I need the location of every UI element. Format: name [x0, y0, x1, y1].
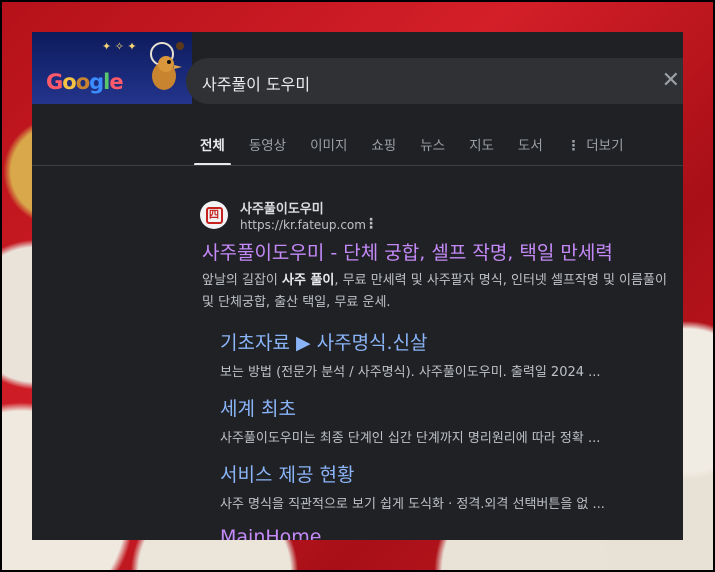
tab-news[interactable]: 뉴스: [420, 136, 445, 166]
sitelink-title[interactable]: 서비스 제공 현황: [220, 460, 640, 487]
more-vert-icon: ⋮: [566, 138, 581, 154]
sitelink-title[interactable]: 세계 최초: [220, 394, 640, 421]
tab-shopping[interactable]: 쇼핑: [371, 136, 396, 166]
sitelink: 서비스 제공 현황 사주 명식을 직관적으로 보기 쉽게 도식화 · 정격.외격…: [220, 460, 640, 512]
tab-all[interactable]: 전체: [194, 136, 231, 166]
sitelink-title[interactable]: 기초자료 ▶ 사주명식.신살: [220, 328, 640, 355]
snippet-suffix: , 무료 만세력 및 사주팔자 명식, 인터넷 셀프작명 및 이름풀이: [334, 273, 667, 288]
tab-books[interactable]: 도서: [518, 136, 543, 166]
site-url: https://kr.fateup.com: [240, 218, 366, 232]
tab-more-label: 더보기: [586, 138, 624, 154]
tab-images[interactable]: 이미지: [310, 136, 347, 166]
tab-maps[interactable]: 지도: [469, 136, 494, 166]
sitelink-description: 사주풀이도우미는 최종 단계인 십간 단계까지 명리원리에 따라 정확 ...: [220, 431, 601, 446]
snippet-line-2: 및 단체궁합, 출산 택일, 무료 운세.: [202, 295, 391, 310]
doodle-character-icon: [150, 42, 184, 90]
search-tabs: 전체 동영상 이미지 쇼핑 뉴스 지도 도서 ⋮ 더보기: [194, 136, 648, 166]
result-source[interactable]: 四 사주풀이도우미 https://kr.fateup.com ⋮: [200, 198, 400, 238]
search-input[interactable]: 사주풀이 도우미 ✕: [186, 58, 683, 104]
result-snippet: 앞날의 길잡이 사주 풀이, 무료 만세력 및 사주팔자 명식, 인터넷 셀프작…: [202, 270, 672, 314]
sitelink-description: 사주 명식을 직관적으로 보기 쉽게 도식화 · 정격.외격 선택버튼을 없 .…: [220, 497, 605, 512]
tab-videos[interactable]: 동영상: [249, 136, 286, 166]
result-title-link[interactable]: 사주풀이도우미 - 단체 궁합, 셀프 작명, 택일 만세력: [202, 238, 613, 265]
sitelink: 기초자료 ▶ 사주명식.신살 보는 방법 (전문가 분석 / 사주명식). 사주…: [220, 328, 640, 380]
snippet-prefix: 앞날의 길잡이: [202, 273, 283, 288]
search-results-window: ✦ ✧ ✦ Google 사주풀이 도우미 ✕ 전체 동영상 이미지 쇼핑 뉴스…: [32, 32, 683, 540]
search-query-text: 사주풀이 도우미: [202, 75, 311, 94]
result-menu-icon[interactable]: ⋮: [364, 216, 378, 232]
tabs-divider: [32, 165, 683, 166]
sitelink-description: 보는 방법 (전문가 분석 / 사주명식). 사주풀이도우미. 출력일 2024…: [220, 365, 601, 380]
sitelink: MainHome: [220, 526, 640, 540]
sitelink: 세계 최초 사주풀이도우미는 최종 단계인 십간 단계까지 명리원리에 따라 정…: [220, 394, 640, 446]
doodle-decoration-icon: ✦ ✧ ✦: [102, 40, 137, 53]
clear-search-icon[interactable]: ✕: [662, 68, 680, 94]
google-doodle-logo[interactable]: ✦ ✧ ✦ Google: [32, 32, 192, 104]
site-favicon-icon: 四: [200, 201, 228, 229]
sitelink-title[interactable]: MainHome: [220, 526, 640, 540]
snippet-highlight: 사주 풀이: [282, 273, 335, 288]
doodle-logo-text: Google: [46, 70, 124, 94]
site-name: 사주풀이도우미: [240, 202, 324, 217]
favicon-glyph: 四: [205, 206, 223, 224]
tab-more[interactable]: ⋮ 더보기: [567, 136, 624, 166]
